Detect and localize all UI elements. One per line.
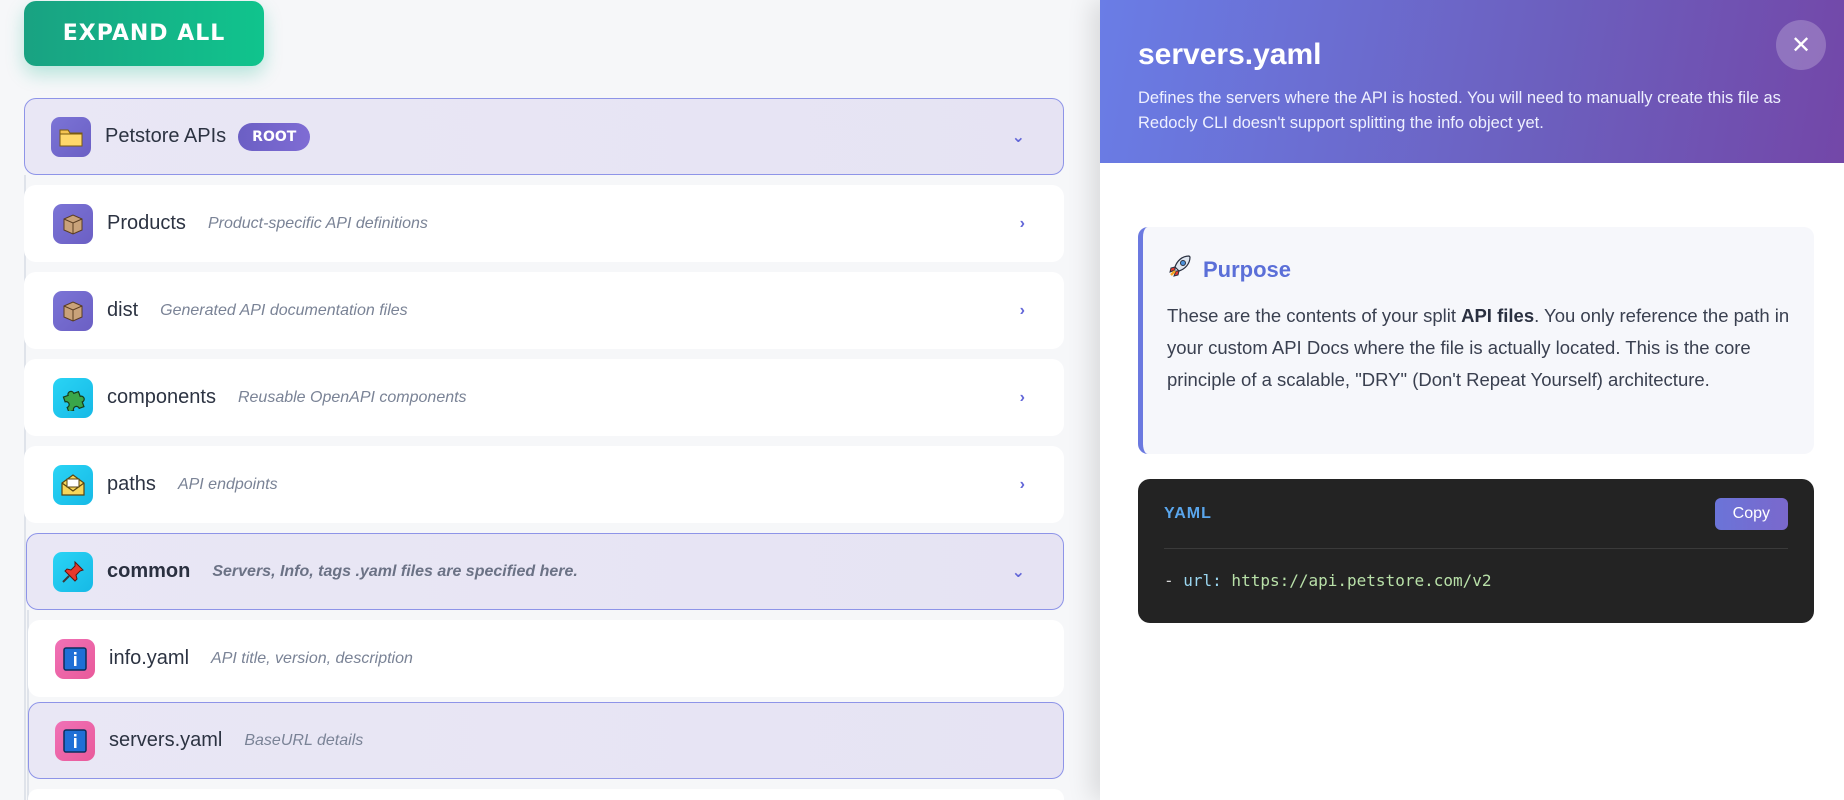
rocket-icon (1167, 253, 1193, 286)
tree-item-components[interactable]: components Reusable OpenAPI components › (24, 359, 1064, 436)
copy-button[interactable]: Copy (1714, 497, 1788, 530)
chevron-right-icon[interactable]: › (1020, 302, 1025, 320)
code-header: YAML Copy (1164, 479, 1788, 549)
tree-item-description: Generated API documentation files (160, 301, 408, 319)
tree-panel: EXPAND ALL Petstore APIs ROOT ⌄ Products… (0, 0, 1100, 800)
chevron-down-icon[interactable]: ⌄ (1012, 127, 1025, 147)
tree-item-label: Products (107, 212, 186, 234)
tree-item-label: servers.yaml (109, 729, 223, 751)
chevron-right-icon[interactable]: › (1020, 476, 1025, 494)
detail-header: servers.yaml Defines the servers where t… (1100, 0, 1844, 163)
tree-root-row[interactable]: Petstore APIs ROOT ⌄ (24, 98, 1064, 175)
chevron-right-icon[interactable]: › (1020, 215, 1025, 233)
tree-item-description: Product-specific API definitions (207, 214, 428, 232)
purpose-card: Purpose These are the contents of your s… (1138, 227, 1814, 454)
expand-all-button[interactable]: EXPAND ALL (24, 1, 264, 66)
tree-item-products[interactable]: Products Product-specific API definition… (24, 185, 1064, 262)
tree-item-servers-yaml[interactable]: servers.yaml BaseURL details (28, 702, 1064, 779)
chevron-down-icon[interactable]: ⌄ (1012, 562, 1025, 582)
tree-item-dist[interactable]: dist Generated API documentation files › (24, 272, 1064, 349)
tree-item-partial (28, 789, 1064, 800)
purpose-heading: Purpose (1167, 253, 1790, 286)
purpose-text-bold: API files (1461, 305, 1535, 326)
package-icon (53, 203, 93, 244)
tree-item-common[interactable]: common Servers, Info, tags .yaml files a… (26, 533, 1064, 610)
purpose-heading-text: Purpose (1203, 256, 1292, 282)
code-block: YAML Copy - url: https://api.petstore.co… (1138, 479, 1814, 623)
envelope-icon (53, 464, 93, 505)
code-language-label: YAML (1164, 504, 1212, 522)
purpose-text-start: These are the contents of your split (1167, 305, 1462, 326)
detail-panel: servers.yaml Defines the servers where t… (1100, 0, 1844, 800)
info-icon (55, 638, 95, 679)
tree-item-description: API title, version, description (211, 649, 413, 667)
tree-root-label: Petstore APIs (105, 125, 227, 147)
tree-item-description: Servers, Info, tags .yaml files are spec… (212, 562, 578, 580)
code-key: url: (1183, 571, 1222, 590)
package-icon (53, 290, 93, 331)
tree-item-label: paths (107, 473, 156, 495)
close-button[interactable]: ✕ (1776, 20, 1826, 70)
pushpin-icon (53, 551, 93, 592)
detail-description: Defines the servers where the API is hos… (1138, 89, 1781, 132)
puzzle-icon (53, 377, 93, 418)
purpose-text: These are the contents of your split API… (1167, 300, 1790, 396)
code-value: https://api.petstore.com/v2 (1221, 571, 1492, 590)
tree-item-description: API endpoints (177, 475, 278, 493)
tree-item-description: Reusable OpenAPI components (237, 388, 467, 406)
root-badge: ROOT (238, 122, 311, 151)
code-content[interactable]: - url: https://api.petstore.com/v2 (1164, 549, 1788, 590)
tree-item-paths[interactable]: paths API endpoints › (24, 446, 1064, 523)
tree-item-label: common (107, 560, 191, 582)
tree-item-label: dist (107, 299, 139, 321)
close-icon: ✕ (1790, 31, 1812, 59)
tree-item-label: info.yaml (109, 647, 190, 669)
tree-item-description: BaseURL details (244, 731, 364, 749)
chevron-right-icon[interactable]: › (1020, 389, 1025, 407)
folder-icon (51, 116, 91, 157)
tree-item-info-yaml[interactable]: info.yaml API title, version, descriptio… (28, 620, 1064, 697)
detail-title: servers.yaml (1138, 38, 1322, 71)
info-icon (55, 720, 95, 761)
tree-item-label: components (107, 386, 216, 408)
code-dash: - (1164, 571, 1184, 590)
